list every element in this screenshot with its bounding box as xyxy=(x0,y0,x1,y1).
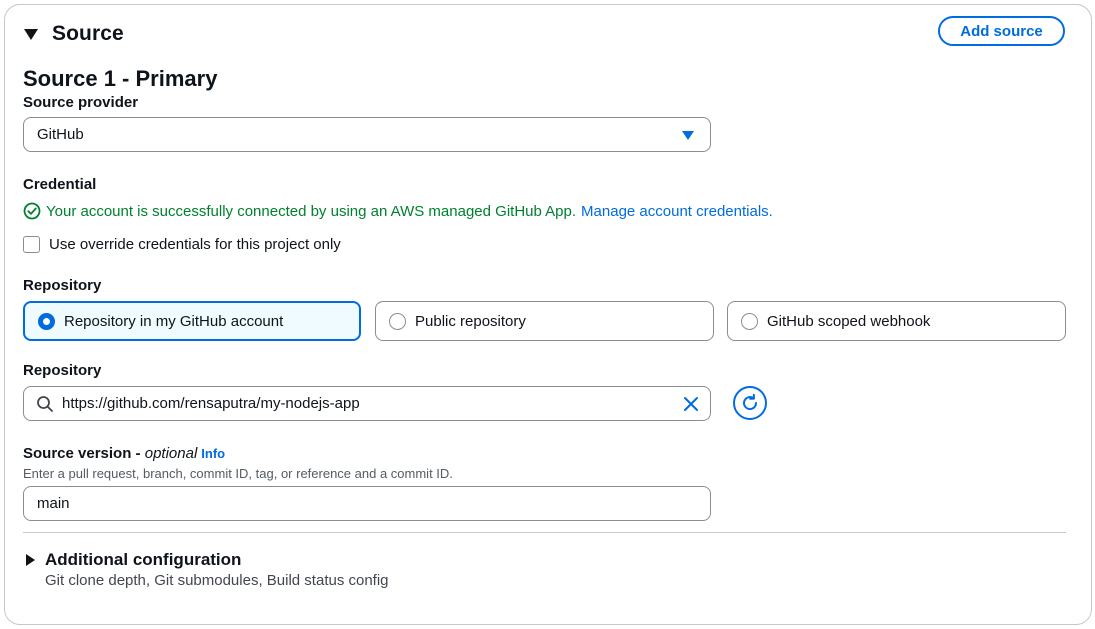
credential-label: Credential xyxy=(23,176,97,193)
repository-label: Repository xyxy=(23,362,102,379)
repository-input[interactable]: https://github.com/rensaputra/my-nodejs-… xyxy=(23,386,711,421)
source-provider-select[interactable]: GitHub xyxy=(23,117,711,152)
source-version-title: Source version xyxy=(23,445,132,462)
add-source-button[interactable]: Add source xyxy=(938,16,1065,46)
additional-configuration-toggle[interactable]: Additional configuration xyxy=(26,550,241,570)
tile-label: Repository in my GitHub account xyxy=(64,312,284,330)
source-version-value: main xyxy=(37,495,70,512)
tile-public-repository[interactable]: Public repository xyxy=(375,301,714,341)
section-title: Source xyxy=(52,22,124,45)
info-link[interactable]: Info xyxy=(201,446,225,461)
refresh-button[interactable] xyxy=(733,386,767,420)
divider xyxy=(23,532,1066,533)
radio-selected[interactable] xyxy=(38,312,55,330)
optional-tag: optional xyxy=(144,445,198,462)
radio-unselected[interactable] xyxy=(389,312,406,330)
caret-down-icon xyxy=(24,28,38,40)
radio-unselected[interactable] xyxy=(741,312,758,330)
source-section-toggle[interactable]: Source xyxy=(24,22,124,46)
source-provider-label: Source provider xyxy=(23,94,139,111)
source-version-input[interactable]: main xyxy=(23,486,711,521)
tile-label: Public repository xyxy=(415,312,526,330)
credential-status-text: Your account is successfully connected b… xyxy=(46,202,577,220)
tile-my-github-account[interactable]: Repository in my GitHub account xyxy=(23,301,361,341)
repository-type-label: Repository xyxy=(23,277,102,294)
source-version-label: Source version - optional Info xyxy=(23,445,226,462)
override-credentials-row[interactable]: Use override credentials for this projec… xyxy=(23,236,341,253)
close-icon[interactable] xyxy=(682,395,700,413)
repository-value: https://github.com/rensaputra/my-nodejs-… xyxy=(62,395,360,412)
credential-status: Your account is successfully connected b… xyxy=(23,202,773,220)
source-heading: Source 1 - Primary xyxy=(23,66,218,91)
search-icon xyxy=(37,395,53,412)
caret-right-icon xyxy=(26,554,35,566)
source-provider-value: GitHub xyxy=(37,126,84,143)
additional-configuration-description: Git clone depth, Git submodules, Build s… xyxy=(45,572,389,589)
caret-down-icon xyxy=(682,131,694,140)
refresh-icon xyxy=(743,393,758,411)
tile-label: GitHub scoped webhook xyxy=(767,312,931,330)
manage-credentials-link[interactable]: Manage account credentials. xyxy=(581,203,773,220)
override-credentials-label: Use override credentials for this projec… xyxy=(49,236,341,253)
source-version-description: Enter a pull request, branch, commit ID,… xyxy=(23,466,453,481)
override-credentials-checkbox[interactable] xyxy=(23,236,40,253)
additional-configuration-title: Additional configuration xyxy=(45,550,242,569)
tile-github-scoped-webhook[interactable]: GitHub scoped webhook xyxy=(727,301,1066,341)
check-circle-icon xyxy=(23,202,41,220)
